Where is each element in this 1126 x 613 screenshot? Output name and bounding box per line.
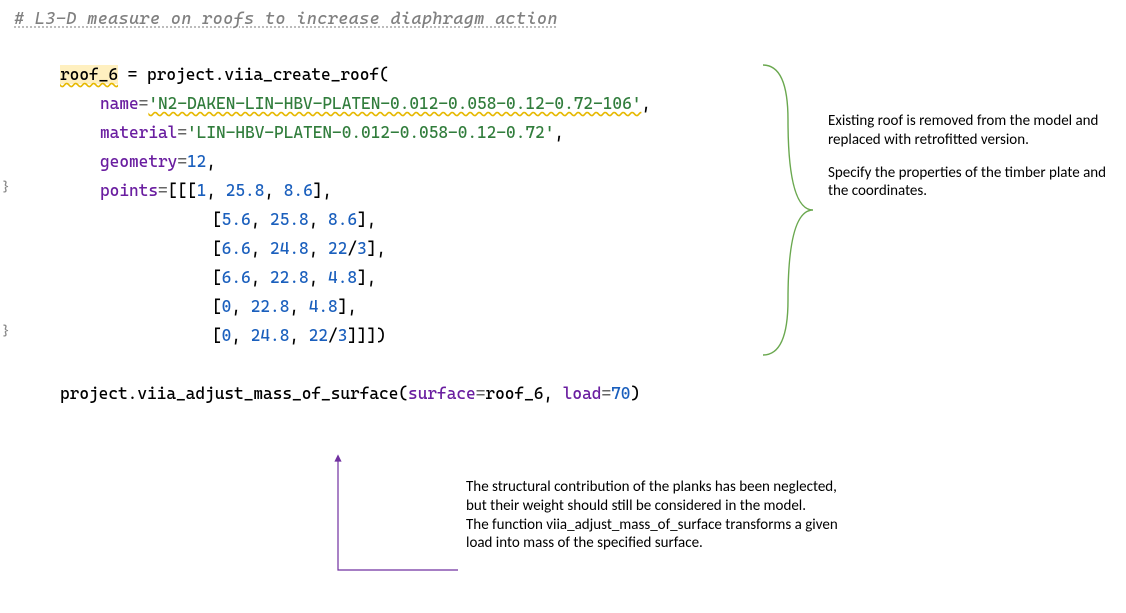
- annotation-right: Existing roof is removed from the model …: [828, 112, 1108, 215]
- code-line: points=[[[1, 25.8, 8.6],: [60, 176, 651, 205]
- code-line: geometry=12,: [60, 147, 651, 176]
- annotation-arrow-icon: [330, 452, 470, 582]
- code-line: [5.6, 25.8, 8.6],: [60, 205, 651, 234]
- code-line-mass-adjust: project.viia_adjust_mass_of_surface(surf…: [60, 379, 651, 408]
- code-line: [6.6, 22.8, 4.8],: [60, 263, 651, 292]
- annotation-right-p2: Specify the properties of the timber pla…: [828, 164, 1108, 202]
- blank-line: [60, 350, 651, 379]
- code-line: roof_6 = project.viia_create_roof(: [60, 60, 651, 89]
- annotation-bottom-p1: The structural contribution of the plank…: [466, 478, 846, 516]
- code-line: [6.6, 24.8, 22/3],: [60, 234, 651, 263]
- annotation-brace-icon: [758, 60, 818, 365]
- method-viia_create_roof: viia_create_roof: [224, 65, 379, 84]
- code-block: roof_6 = project.viia_create_roof( name=…: [60, 60, 651, 408]
- code-line: material='LIN-HBV-PLATEN-0.012-0.058-0.1…: [60, 118, 651, 147]
- heading-comment: # L3-D measure on roofs to increase diap…: [14, 8, 558, 28]
- annotation-right-p1: Existing roof is removed from the model …: [828, 112, 1108, 150]
- variable-roof6: roof_6: [60, 65, 118, 84]
- code-line: [0, 22.8, 4.8],: [60, 292, 651, 321]
- gutter-fold-icon: }: [2, 324, 10, 339]
- code-line: name='N2-DAKEN-LIN-HBV-PLATEN-0.012-0.05…: [60, 89, 651, 118]
- annotation-bottom: The structural contribution of the plank…: [466, 478, 846, 553]
- code-line: [0, 24.8, 22/3]]]): [60, 321, 651, 350]
- gutter-fold-icon: }: [2, 180, 10, 195]
- annotation-bottom-p2: The function viia_adjust_mass_of_surface…: [466, 516, 846, 554]
